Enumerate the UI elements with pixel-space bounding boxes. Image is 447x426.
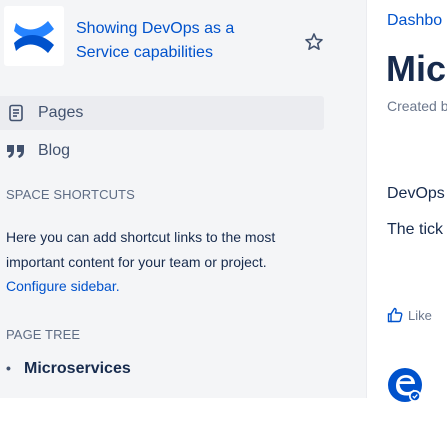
page-tree-heading: PAGE TREE xyxy=(6,327,81,342)
sidebar-item-label: Blog xyxy=(38,142,71,159)
configure-sidebar-link[interactable]: Configure sidebar. xyxy=(6,278,120,294)
sidebar-item-pages[interactable]: Pages xyxy=(0,96,324,130)
page-byline: Created b xyxy=(387,98,447,114)
confluence-logo-icon xyxy=(14,21,54,53)
space-name[interactable]: Showing DevOps as a Service capabilities xyxy=(76,17,276,65)
page-tree-item-label: Microservices xyxy=(24,360,131,377)
space-shortcuts-heading: SPACE SHORTCUTS xyxy=(6,187,135,202)
thumbs-up-icon xyxy=(387,307,403,323)
user-avatar-icon xyxy=(388,368,422,402)
like-label: Like xyxy=(408,307,432,323)
sidebar-item-blog[interactable]: Blog xyxy=(0,134,324,168)
space-shortcuts-description: Here you can add shortcut links to the m… xyxy=(6,225,316,299)
shortcuts-description-text: Here you can add shortcut links to the m… xyxy=(6,229,276,270)
like-button[interactable]: Like xyxy=(387,307,432,323)
bullet-icon: • xyxy=(6,360,11,376)
avatar[interactable] xyxy=(387,367,425,405)
main-content: Dashbo Micr Created b DevOps The tick Li… xyxy=(366,0,447,426)
page-title: Micr xyxy=(386,48,447,89)
page-tree-item[interactable]: • Microservices xyxy=(6,360,131,378)
breadcrumb[interactable]: Dashbo xyxy=(387,12,442,30)
space-header: Showing DevOps as a Service capabilities xyxy=(4,6,364,76)
star-icon[interactable] xyxy=(304,32,324,52)
content-paragraph: The tick xyxy=(387,221,444,238)
content-paragraph: DevOps xyxy=(387,185,445,202)
sidebar: Showing DevOps as a Service capabilities… xyxy=(0,0,367,398)
quote-icon xyxy=(6,141,26,161)
space-logo[interactable] xyxy=(4,6,64,66)
sidebar-item-label: Pages xyxy=(38,104,84,121)
page-icon xyxy=(6,103,26,123)
